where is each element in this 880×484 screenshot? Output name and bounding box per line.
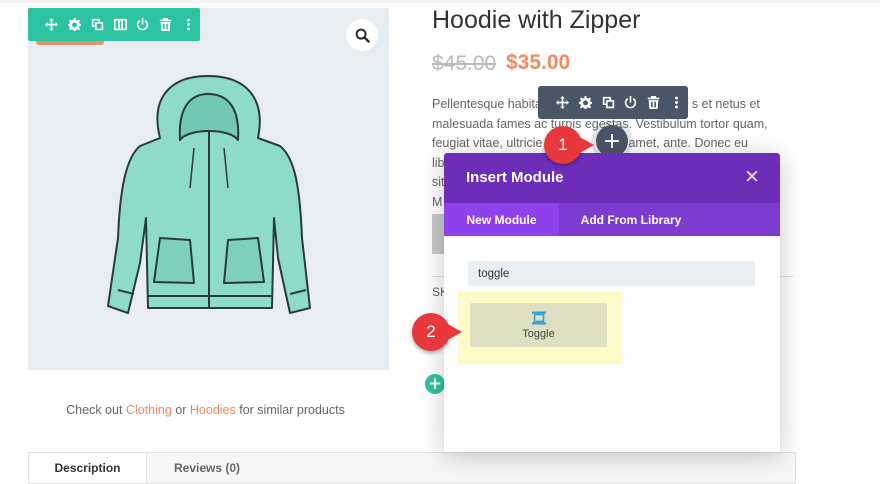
toggle-module-button[interactable]: Toggle (470, 303, 607, 347)
more-icon[interactable] (665, 94, 688, 112)
caption-text: Check out (66, 403, 123, 417)
modal-title: Insert Module (466, 169, 564, 186)
module-search-input[interactable] (468, 261, 755, 286)
hoodies-link[interactable]: Hoodies (190, 403, 236, 417)
tab-add-from-library[interactable]: Add From Library (559, 203, 703, 236)
trash-icon[interactable] (642, 94, 665, 112)
old-price: $45.00 (432, 52, 497, 75)
product-title: Hoodie with Zipper (432, 6, 641, 34)
zoom-button[interactable] (346, 19, 378, 51)
pointer-arrow-icon (576, 135, 594, 155)
magnifier-icon (355, 28, 370, 43)
close-icon[interactable]: × (744, 167, 760, 186)
module-toolbar (28, 8, 200, 41)
modal-tabs: New Module Add From Library (444, 203, 780, 236)
toggle-icon (531, 311, 546, 324)
power-icon[interactable] (619, 94, 642, 112)
pointer-arrow-icon (444, 322, 462, 342)
top-divider (0, 0, 880, 3)
tab-description[interactable]: Description (29, 453, 147, 483)
sale-price: $35.00 (506, 51, 571, 74)
gear-icon[interactable] (574, 94, 597, 112)
tab-new-module[interactable]: New Module (444, 203, 559, 236)
description-text: feugiat vitae, ultricie (432, 136, 543, 151)
toggle-module-label: Toggle (522, 327, 555, 340)
step-marker-2: 2 (412, 313, 462, 351)
modal-header: Insert Module × (444, 153, 780, 203)
duplicate-icon[interactable] (597, 94, 620, 112)
duplicate-icon[interactable] (86, 16, 109, 34)
insert-module-modal: Insert Module × New Module Add From Libr… (444, 153, 780, 452)
more-icon[interactable] (177, 16, 200, 34)
move-icon[interactable] (40, 16, 63, 34)
caption-text: for similar products (239, 403, 345, 417)
trash-icon[interactable] (154, 16, 177, 34)
power-icon[interactable] (131, 16, 154, 34)
description-text: s et netus et (691, 97, 760, 111)
columns-icon[interactable] (109, 16, 132, 34)
move-icon[interactable] (551, 94, 574, 112)
row-toolbar (538, 86, 688, 119)
caption-text: or (175, 403, 187, 417)
hoodie-illustration (107, 75, 311, 314)
tab-reviews[interactable]: Reviews (0) (147, 453, 267, 483)
step-marker-1: 1 (544, 126, 594, 164)
gear-icon[interactable] (63, 16, 86, 34)
description-text: Pellentesque habita (432, 97, 542, 111)
product-tabs: Description Reviews (0) (28, 452, 796, 484)
related-categories-caption: Check out Clothing or Hoodies for simila… (0, 403, 411, 417)
clothing-link[interactable]: Clothing (126, 403, 172, 417)
add-row-button[interactable]: + (425, 374, 445, 394)
